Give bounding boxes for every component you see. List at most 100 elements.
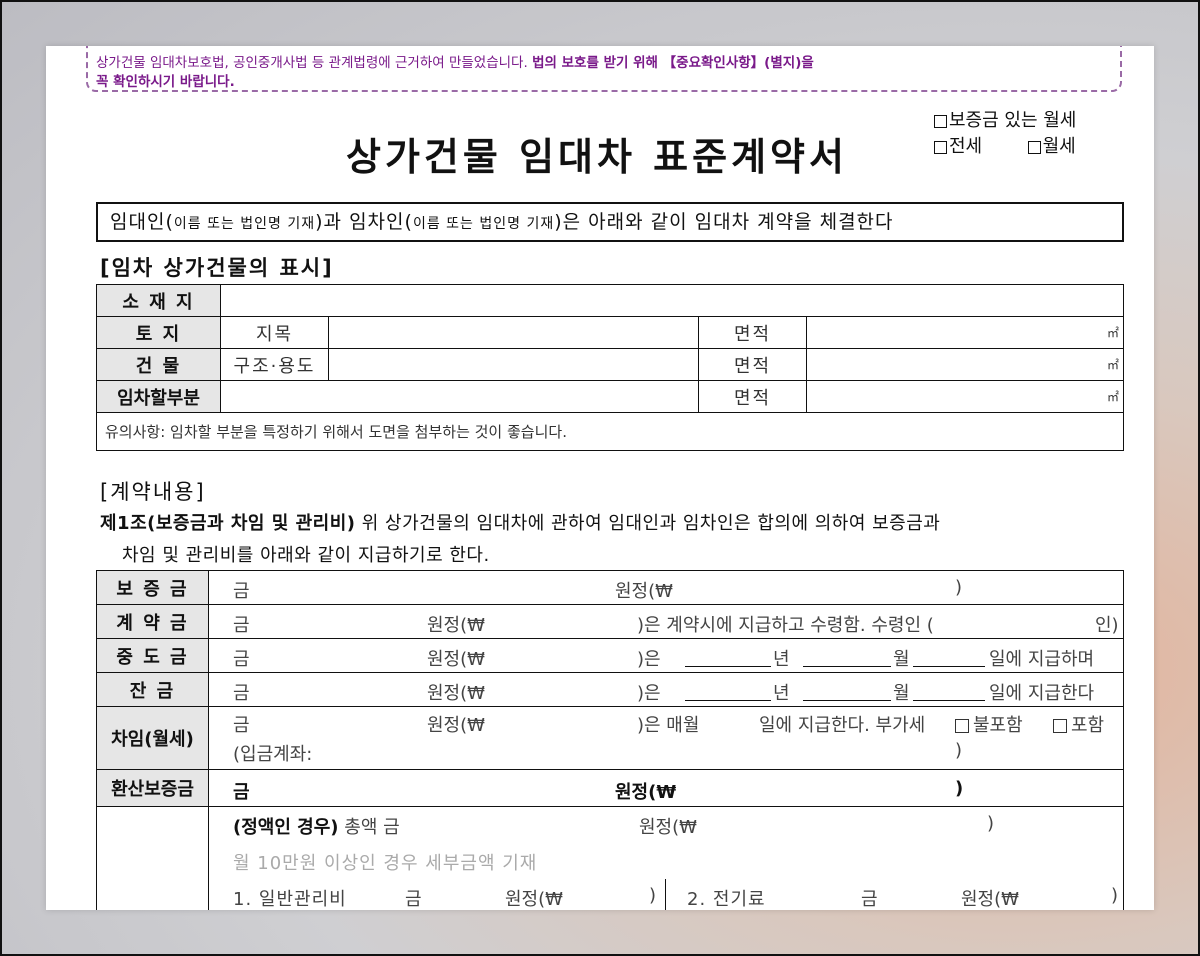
label-part-area: 면적	[698, 380, 807, 413]
structure-use-field[interactable]	[328, 348, 699, 381]
checkbox-vat-included[interactable]	[1053, 719, 1067, 733]
text-close: )	[1111, 885, 1119, 906]
label-vat-excluded: 불포함	[973, 715, 1023, 736]
type-monthly: 월세	[1042, 136, 1076, 157]
intro-statement: 임대인(이름 또는 법인명 기재)과 임차인(이름 또는 법인명 기재)은 아래…	[96, 202, 1124, 242]
text-won: 원정(₩	[961, 889, 1019, 910]
notice-text: 상가건물 임대차보호법, 공인중개사법 등 관계법령에 근거하여 만들었습니다.	[96, 55, 528, 71]
month-blank[interactable]	[803, 645, 891, 667]
article-1-text: 위 상가건물의 임대차에 관하여 임대인과 임차인은 합의에 의하여 보증금과	[361, 513, 941, 534]
interim-field[interactable]: 금 원정(₩ )은 년 월 일에 지급하며	[208, 638, 1124, 673]
contract-type-options: 보증금 있는 월세 전세 월세	[934, 108, 1076, 160]
label-converted-deposit: 환산보증금	[96, 769, 209, 807]
land-area-field[interactable]: ㎡	[806, 316, 1124, 349]
property-table: 소 재 지 토 지 지목 면적 ㎡ 건 물 구조·용도 면적 ㎡ 임차할부분 면…	[96, 284, 1124, 451]
text-geum: 금	[233, 683, 250, 704]
day-blank[interactable]	[913, 679, 985, 701]
label-balance: 잔 금	[96, 672, 209, 707]
label-structure-use: 구조·용도	[220, 348, 329, 381]
text-electricity: 2. 전기료	[687, 889, 766, 910]
deposit-field[interactable]: 금 원정(₩ )	[208, 570, 1124, 605]
label-interim: 중 도 금	[96, 638, 209, 673]
label-management-fee	[96, 806, 209, 910]
contract-fee-field[interactable]: 금 원정(₩ )은 계약시에 지급하고 수령함. 수령인 ( 인)	[208, 604, 1124, 639]
text-close: )	[955, 577, 963, 598]
text-close: )	[987, 813, 995, 834]
label-building-area: 면적	[698, 348, 807, 381]
converted-deposit-field[interactable]: 금 원정(₩ )	[208, 769, 1124, 807]
text-won: 원정(₩	[427, 715, 485, 736]
notice-box: 상가건물 임대차보호법, 공인중개사법 등 관계법령에 근거하여 만들었습니다.…	[86, 46, 1122, 92]
text-general-fee: 1. 일반관리비	[233, 889, 347, 910]
article-1-text2: 차임 및 관리비를 아래와 같이 지급하기로 한다.	[122, 545, 490, 566]
text-eun: )은	[637, 683, 661, 704]
label-rent: 차임(월세)	[96, 706, 209, 770]
text-rent-day: 일에 지급한다. 부가세	[759, 715, 926, 736]
rent-field[interactable]: 금 원정(₩ )은 매월 일에 지급한다. 부가세 불포함 포함 (입금계좌: …	[208, 706, 1124, 770]
property-section-title: [임차 상가건물의 표시]	[100, 256, 334, 280]
checkbox-icon[interactable]	[934, 114, 947, 128]
divider	[665, 879, 666, 910]
text-detail-note: 월 10만원 이상인 경우 세부금액 기재	[233, 853, 538, 874]
text-year: 년	[773, 683, 790, 704]
text-won: 원정(₩	[427, 683, 485, 704]
label-building: 건 물	[96, 348, 221, 381]
balance-field[interactable]: 금 원정(₩ )은 년 월 일에 지급한다	[208, 672, 1124, 707]
text-pay-interim: 일에 지급하며	[989, 649, 1095, 670]
article-1: 제1조(보증금과 차임 및 관리비) 위 상가건물의 임대차에 관하여 임대인과…	[100, 508, 1130, 572]
label-contract-fee: 계 약 금	[96, 604, 209, 639]
article-1-title: 제1조(보증금과 차임 및 관리비)	[100, 513, 356, 534]
label-leased-part: 임차할부분	[96, 380, 221, 413]
checkbox-icon[interactable]	[1027, 140, 1041, 154]
text-month: 월	[893, 649, 910, 670]
text-won: 원정(₩	[615, 581, 673, 602]
month-blank[interactable]	[803, 679, 891, 701]
text-contract-tail: )은 계약시에 지급하고 수령함. 수령인 (	[637, 615, 934, 636]
intro-small: 이름 또는 법인명 기재	[173, 216, 316, 232]
label-location: 소 재 지	[96, 284, 221, 317]
contract-section-title: [계약내용]	[100, 480, 206, 504]
intro-part: 임대인(	[110, 211, 174, 233]
type-deposit-monthly: 보증금 있는 월세	[949, 110, 1077, 131]
management-fee-field[interactable]: (정액인 경우) 총액 금 원정(₩ ) 월 10만원 이상인 경우 세부금액 …	[208, 806, 1124, 910]
text-eun: )은	[637, 649, 661, 670]
building-area-field[interactable]: ㎡	[806, 348, 1124, 381]
year-blank[interactable]	[685, 645, 771, 667]
label-land-area: 면적	[698, 316, 807, 349]
notice-important: 법의 보호를 받기 위해 【중요확인사항】(별지)을	[532, 55, 814, 71]
property-note: 유의사항: 임차할 부분을 특정하기 위해서 도면을 첨부하는 것이 좋습니다.	[96, 412, 1124, 451]
text-recipient: 인)	[1095, 615, 1119, 636]
text-geum: 금	[233, 715, 250, 736]
intro-part: )과 임차인(	[315, 211, 413, 233]
intro-part: )은 아래와 같이 임대차 계약을 체결한다	[554, 211, 894, 233]
year-blank[interactable]	[685, 679, 771, 701]
text-won: 원정(₩	[505, 889, 563, 910]
text-won: 원정(₩	[427, 615, 485, 636]
document-title: 상가건물 임대차 표준계약서	[346, 135, 848, 179]
type-jeonse: 전세	[949, 136, 983, 157]
label-deposit: 보 증 금	[96, 570, 209, 605]
text-geum: 금	[233, 615, 250, 636]
label-land-category: 지목	[220, 316, 329, 349]
text-close: )	[955, 740, 963, 761]
text-geum: 금	[233, 581, 250, 602]
checkbox-icon[interactable]	[934, 140, 947, 154]
text-total: 총액 금	[344, 817, 400, 838]
land-category-field[interactable]	[328, 316, 699, 349]
text-geum: 금	[233, 649, 250, 670]
text-pay-balance: 일에 지급한다	[989, 683, 1095, 704]
label-land: 토 지	[96, 316, 221, 349]
day-blank[interactable]	[913, 645, 985, 667]
part-area-field[interactable]: ㎡	[806, 380, 1124, 413]
text-fixed-case: (정액인 경우)	[233, 817, 339, 838]
text-year: 년	[773, 649, 790, 670]
text-won: 원정(₩	[639, 817, 697, 838]
location-field[interactable]	[220, 284, 1124, 317]
text-geum: 금	[861, 889, 878, 910]
text-geum: 금	[405, 889, 422, 910]
text-month: 월	[893, 683, 910, 704]
text-rent-tail: )은 매월	[637, 715, 700, 736]
leased-part-field[interactable]	[220, 380, 699, 413]
text-geum: 금	[233, 782, 250, 803]
checkbox-vat-excluded[interactable]	[955, 719, 969, 733]
